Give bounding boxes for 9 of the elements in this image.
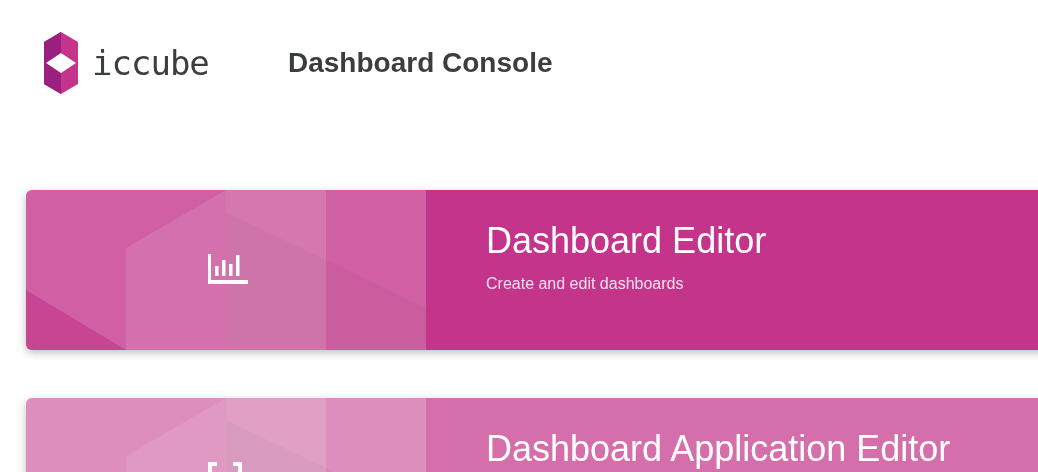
page-title: Dashboard Console xyxy=(288,46,553,79)
editor-card[interactable]: Dashboard Application Editor xyxy=(26,398,1038,472)
card-subtitle: Create and edit dashboards xyxy=(486,275,684,293)
card-title: Dashboard Editor xyxy=(486,221,767,261)
editor-card[interactable]: Dashboard Editor Create and edit dashboards xyxy=(26,190,1038,350)
card-title: Dashboard Application Editor xyxy=(486,429,951,469)
logo-icon xyxy=(44,31,78,94)
bar-chart-icon xyxy=(208,254,248,284)
logo-text: iccube xyxy=(92,42,209,83)
